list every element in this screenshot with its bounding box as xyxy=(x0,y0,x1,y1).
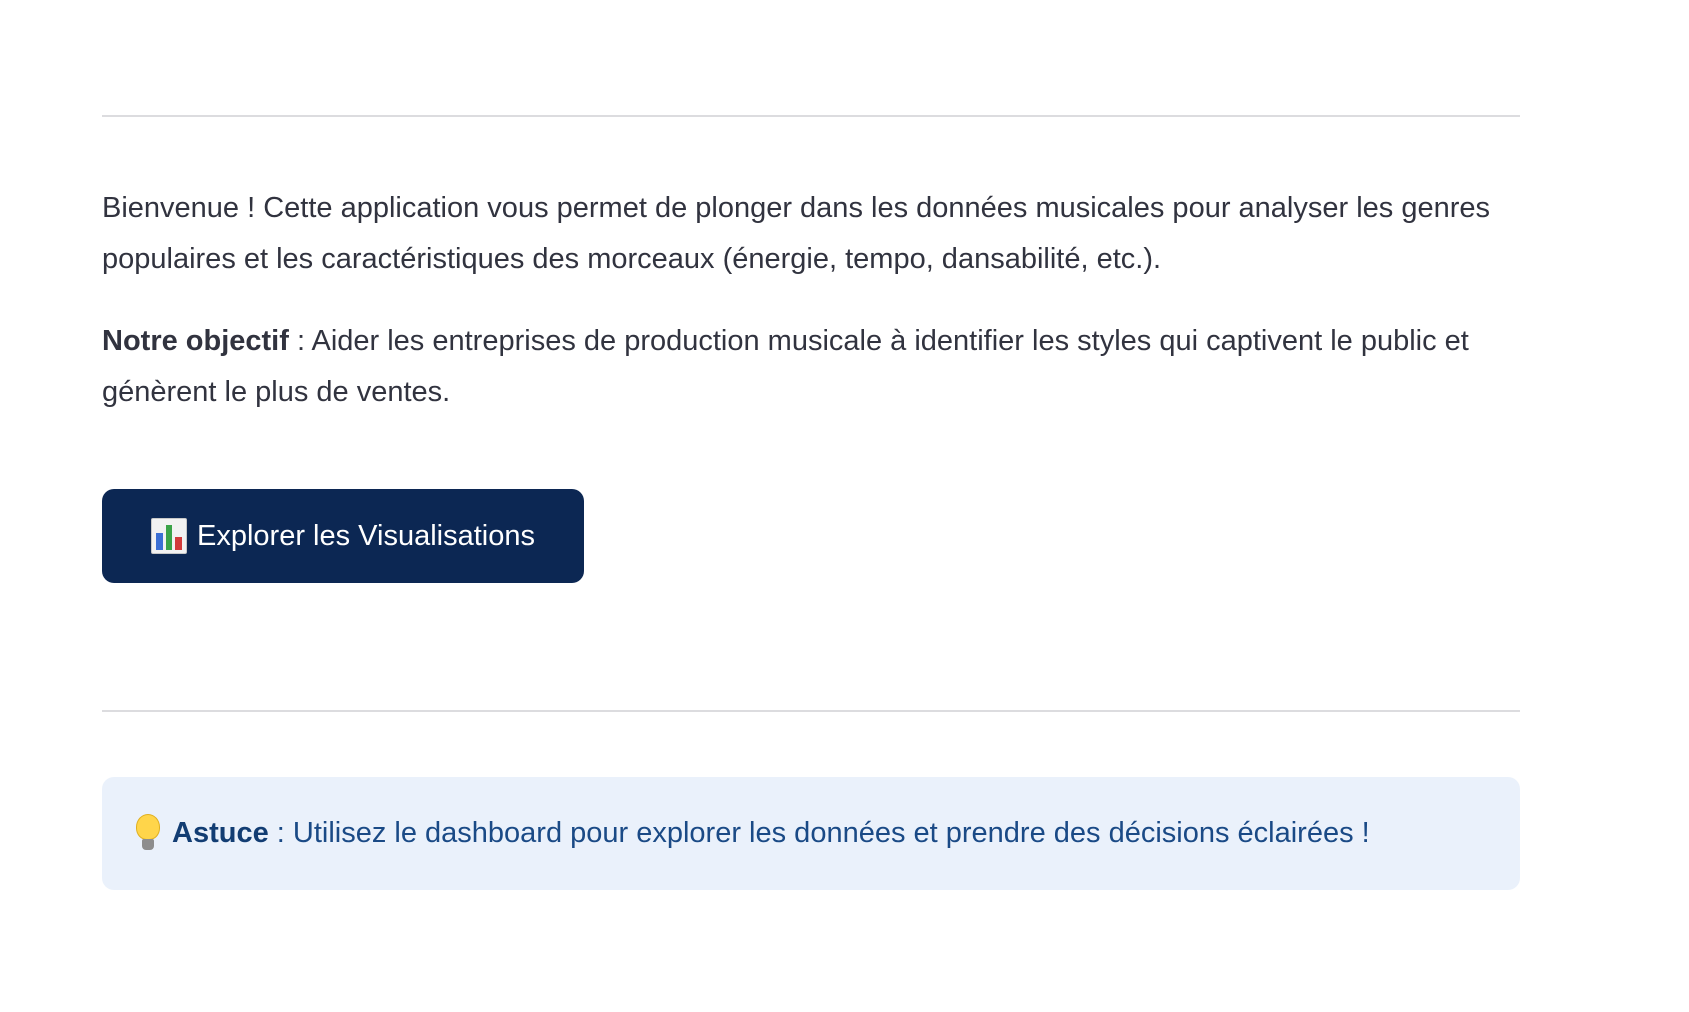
goal-text: : Aider les entreprises de production mu… xyxy=(102,325,1469,408)
tip-label: Astuce xyxy=(172,817,269,849)
bottom-divider xyxy=(102,710,1520,712)
intro-text: Bienvenue ! Cette application vous perme… xyxy=(102,192,1491,275)
lightbulb-icon xyxy=(136,813,160,854)
explore-button-label: Explorer les Visualisations xyxy=(197,519,535,552)
goal-paragraph: Notre objectif : Aider les entreprises d… xyxy=(102,316,1520,418)
tip-message: : Utilisez le dashboard pour explorer le… xyxy=(268,817,1370,849)
top-divider xyxy=(102,115,1520,117)
intro-paragraph: Bienvenue ! Cette application vous perme… xyxy=(102,183,1520,285)
goal-label: Notre objectif xyxy=(102,325,289,357)
bar-chart-icon xyxy=(151,518,188,554)
explore-visualisations-button[interactable]: Explorer les Visualisations xyxy=(102,489,584,583)
tip-box: Astuce : Utilisez le dashboard pour expl… xyxy=(102,777,1520,890)
tip-text-line: Astuce : Utilisez le dashboard pour expl… xyxy=(172,817,1370,850)
